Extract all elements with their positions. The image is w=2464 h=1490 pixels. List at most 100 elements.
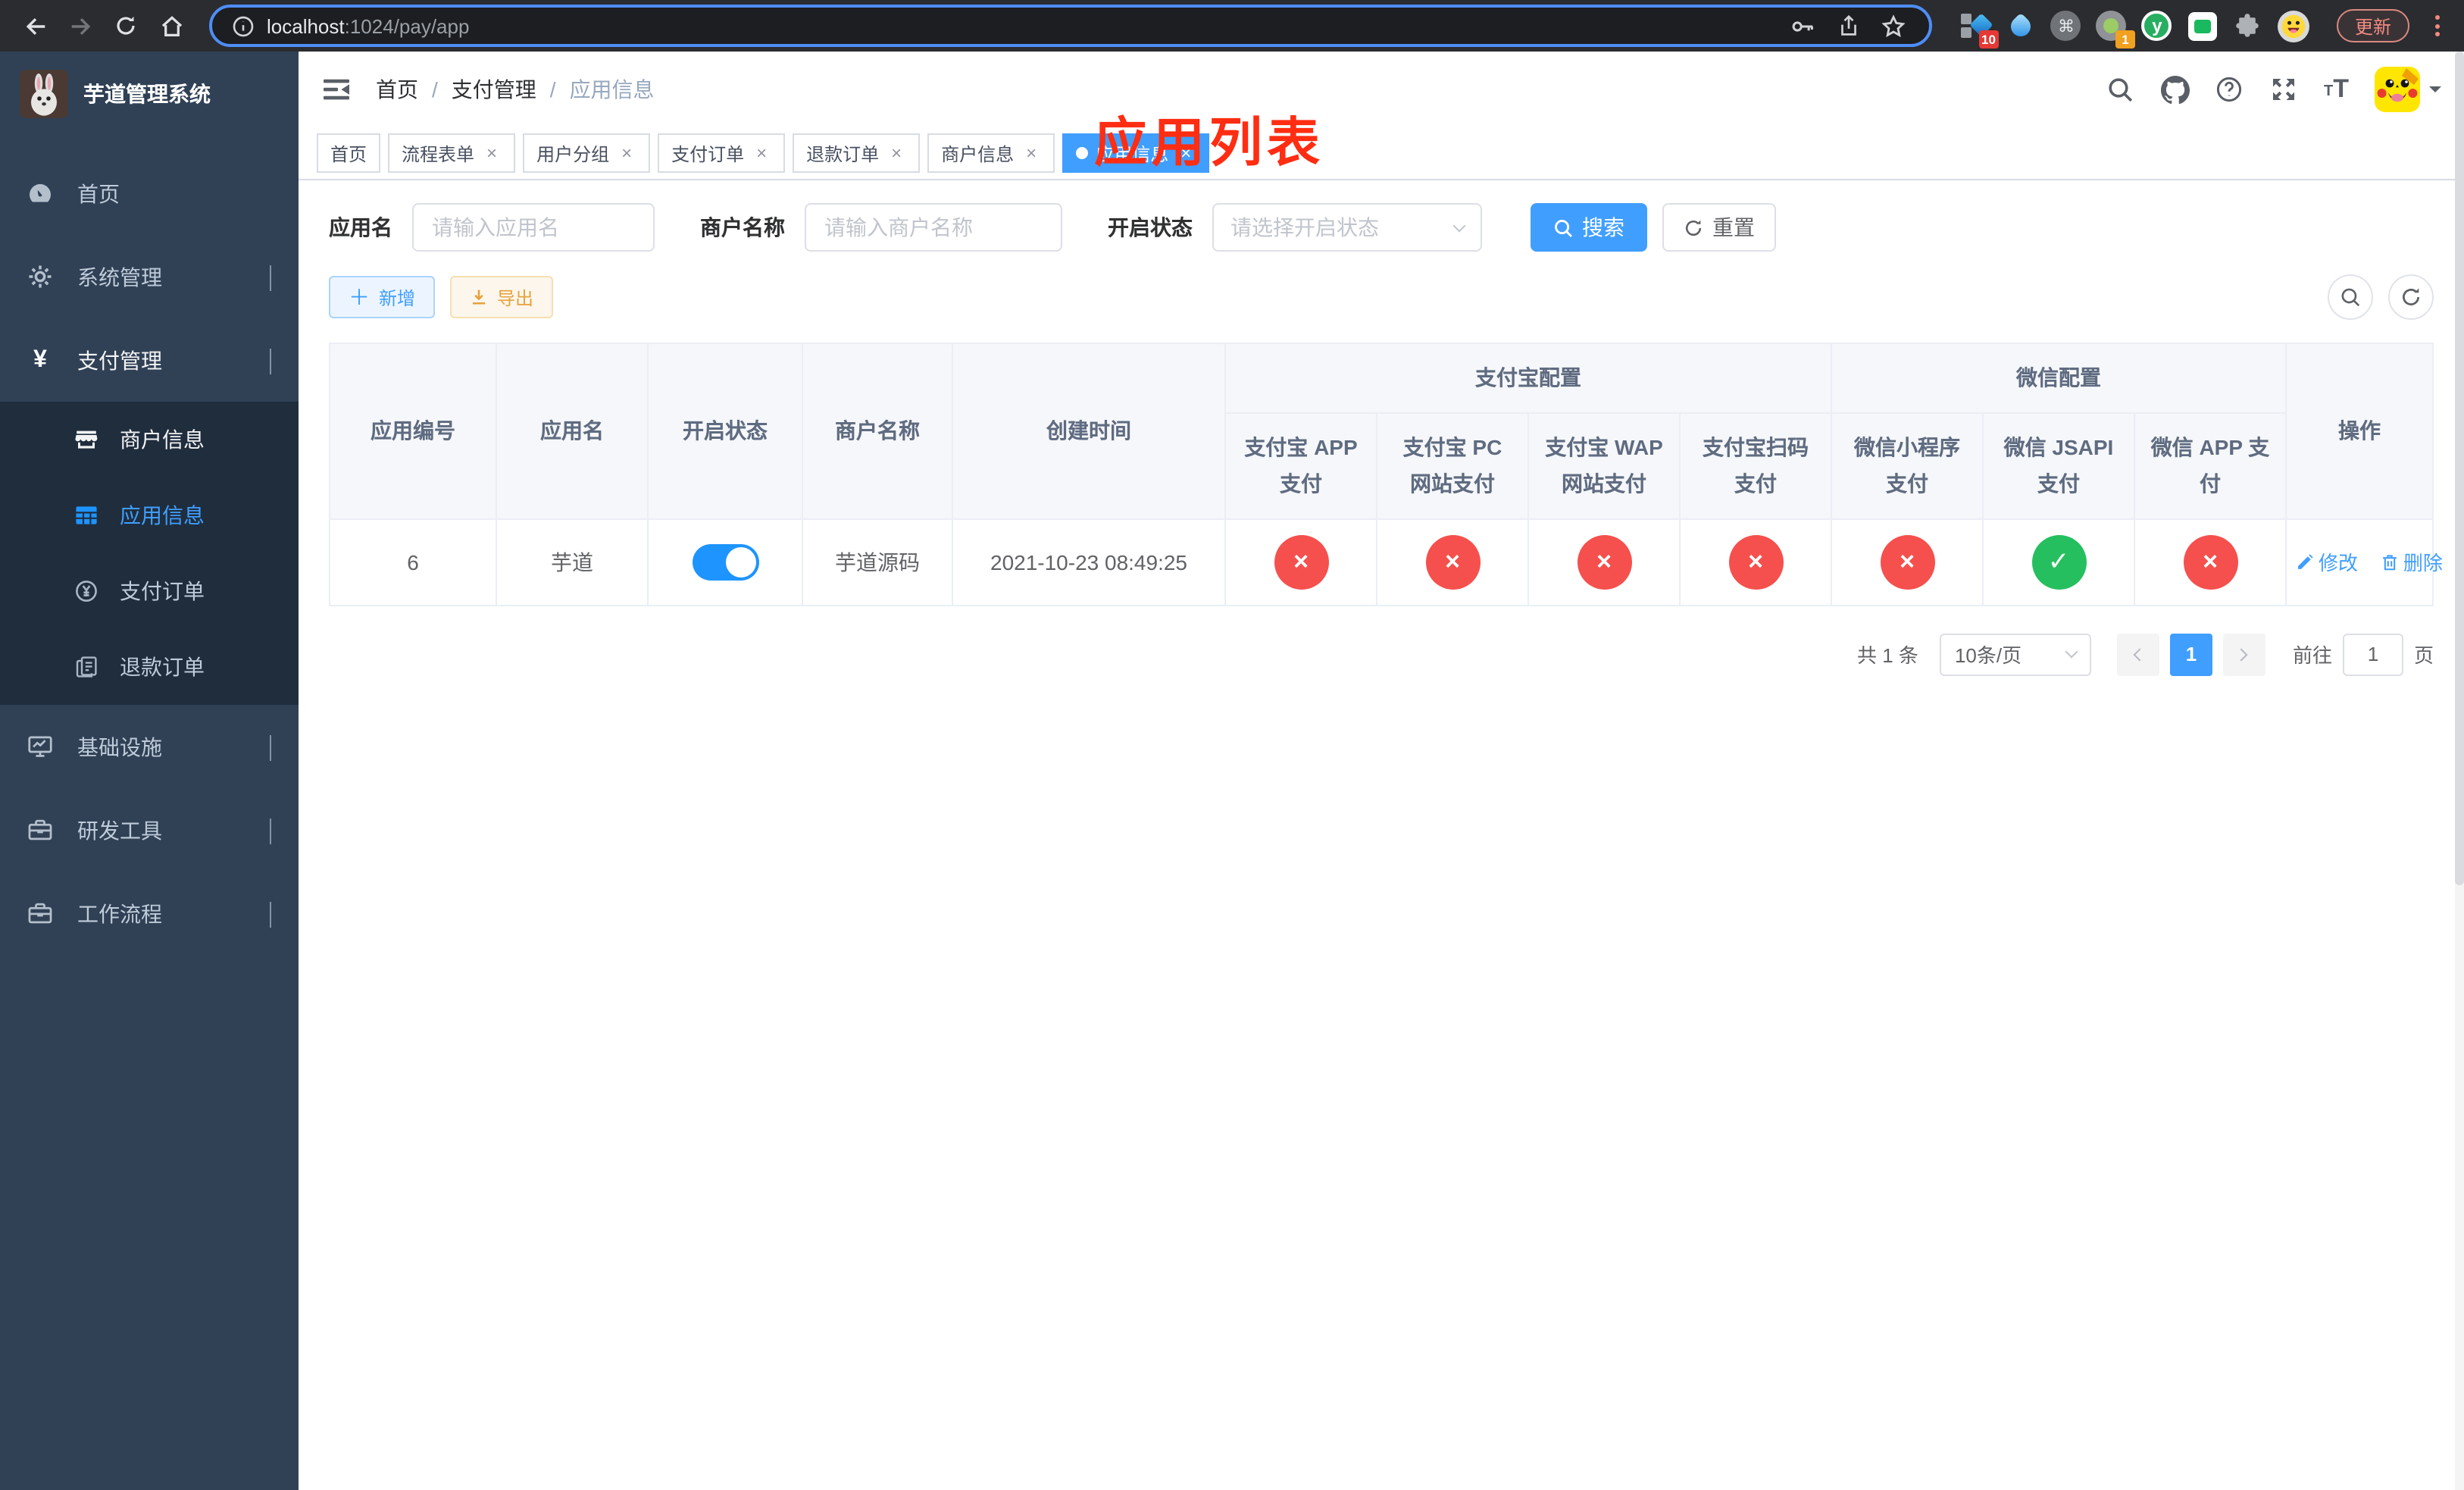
home-icon[interactable] (152, 6, 191, 45)
url-bar[interactable]: localhost:1024/pay/app (209, 5, 1932, 47)
user-menu[interactable] (2375, 67, 2441, 112)
extension-gem-icon[interactable] (2005, 10, 2037, 42)
sidebar-item-payment[interactable]: ¥ 支付管理 (0, 318, 299, 402)
user-avatar[interactable] (2375, 67, 2420, 112)
goto-page-input[interactable] (2342, 633, 2403, 675)
next-page-button[interactable] (2222, 633, 2265, 675)
url-text: localhost:1024/pay/app (267, 14, 469, 37)
col-wx-app: 微信 APP 支付 (2134, 412, 2287, 519)
fullscreen-icon[interactable] (2269, 75, 2298, 104)
search-icon[interactable] (2106, 75, 2134, 104)
browser-update-button[interactable]: 更新 (2336, 9, 2409, 42)
sidebar-item-label: 应用信息 (120, 503, 205, 527)
extension-command-icon[interactable]: ⌘ (2050, 10, 2082, 42)
scrollbar-thumb[interactable] (2455, 52, 2464, 886)
page-size-select[interactable]: 10条/页 (1939, 633, 2091, 675)
export-button[interactable]: 导出 (450, 276, 554, 318)
hamburger-icon[interactable] (321, 74, 352, 105)
cell-wx-app: × (2134, 518, 2287, 606)
merchant-name-input[interactable] (805, 203, 1062, 252)
breadcrumb-current: 应用信息 (569, 77, 655, 102)
sidebar-item-merchant-info[interactable]: 商户信息 (0, 402, 299, 477)
sidebar-item-pay-orders[interactable]: 支付订单 (0, 553, 299, 629)
status-badge: × (1577, 534, 1631, 589)
font-size-icon[interactable]: TT (2324, 76, 2349, 102)
app-name-input[interactable] (412, 203, 655, 252)
col-wx-jsapi: 微信 JSAPI 支付 (1982, 412, 2135, 519)
export-button-label: 导出 (497, 287, 534, 308)
status-badge: × (1728, 534, 1783, 589)
add-button[interactable]: ＋ 新增 (329, 276, 436, 318)
chevron-down-icon (2065, 645, 2078, 659)
status-label: 开启状态 (1108, 215, 1193, 239)
chevron-down-icon (270, 901, 271, 927)
goto-label: 前往 (2292, 644, 2332, 667)
window-scrollbar[interactable] (2455, 52, 2464, 1490)
sidebar-item-dev-tools[interactable]: 研发工具 (0, 788, 299, 872)
refresh-button[interactable] (2388, 274, 2434, 320)
pagination: 共 1 条 10条/页 1 前往 页 (329, 633, 2434, 675)
sidebar-item-label: 退款订单 (120, 655, 205, 679)
profile-avatar-icon[interactable] (2277, 10, 2309, 42)
help-icon[interactable] (2215, 75, 2244, 104)
sidebar-item-refund-orders[interactable]: 退款订单 (0, 629, 299, 705)
sidebar-item-app-info[interactable]: 应用信息 (0, 477, 299, 553)
prev-page-button[interactable] (2116, 633, 2159, 675)
status-toggle[interactable] (692, 543, 758, 580)
edit-link[interactable]: 修改 (2296, 547, 2358, 576)
extension-monkey-icon[interactable]: 10 (1959, 10, 1999, 48)
tag-tab-home[interactable]: 首页 (317, 133, 381, 173)
menu-dots-icon[interactable] (2425, 15, 2449, 36)
dashboard-icon (27, 180, 53, 206)
close-tab-icon[interactable]: × (1021, 143, 1041, 163)
close-tab-icon[interactable]: × (617, 143, 636, 163)
share-icon[interactable] (1832, 14, 1865, 38)
breadcrumb-home[interactable]: 首页 (376, 74, 418, 105)
reload-icon[interactable] (106, 6, 145, 45)
cell-status (647, 518, 803, 606)
coin-icon (73, 578, 98, 604)
breadcrumb-separator: / (549, 77, 556, 102)
sidebar-item-home[interactable]: 首页 (0, 152, 299, 235)
sidebar-menu: 首页 系统管理 ¥ 支付管理 商户信息 应用信息 支付订单 退款订单 基础设施 … (0, 136, 299, 955)
back-icon[interactable] (15, 6, 55, 45)
breadcrumb-payment[interactable]: 支付管理 (452, 74, 536, 105)
extension-y-icon[interactable]: y (2141, 10, 2173, 42)
extensions-puzzle-icon[interactable] (2232, 10, 2264, 42)
close-tab-icon[interactable]: × (1176, 143, 1196, 163)
github-icon[interactable] (2160, 75, 2189, 104)
tag-tab-user-group[interactable]: 用户分组 × (523, 133, 651, 173)
cell-wx-jsapi: ✓ (1982, 518, 2135, 606)
info-icon[interactable] (230, 14, 255, 37)
sidebar-item-infrastructure[interactable]: 基础设施 (0, 705, 299, 788)
close-tab-icon[interactable]: × (482, 143, 502, 163)
close-tab-icon[interactable]: × (886, 143, 906, 163)
reset-button[interactable]: 重置 (1662, 203, 1776, 252)
tab-label: 退款订单 (806, 143, 880, 164)
search-button[interactable]: 搜索 (1531, 203, 1647, 252)
sidebar-item-workflow[interactable]: 工作流程 (0, 872, 299, 955)
show-search-toggle-button[interactable] (2328, 274, 2373, 320)
sidebar-item-label: 支付订单 (120, 579, 205, 603)
tag-tab-pay-orders[interactable]: 支付订单 × (658, 133, 786, 173)
status-select[interactable]: 请选择开启状态 (1212, 203, 1482, 252)
cell-created: 2021-10-23 08:49:25 (952, 518, 1226, 606)
tag-tab-app-info[interactable]: 应用信息 × (1062, 133, 1210, 173)
star-icon[interactable] (1878, 13, 1911, 39)
tag-tab-flow-form[interactable]: 流程表单 × (388, 133, 516, 173)
forward-icon[interactable] (61, 6, 100, 45)
close-tab-icon[interactable]: × (752, 143, 771, 163)
status-badge: ✓ (2031, 534, 2086, 589)
current-page-button[interactable]: 1 (2169, 633, 2212, 675)
delete-link[interactable]: 删除 (2381, 547, 2443, 576)
table-header-group-row: 应用编号 应用名 开启状态 商户名称 创建时间 支付宝配置 微信配置 操作 (329, 343, 2434, 519)
extension-badge: 1 (2115, 30, 2135, 48)
sidebar-item-system[interactable]: 系统管理 (0, 235, 299, 318)
extension-chat-icon[interactable] (2187, 10, 2219, 42)
tag-tab-merchant-info[interactable]: 商户信息 × (927, 133, 1055, 173)
key-icon[interactable] (1787, 13, 1820, 39)
tag-tab-refund-orders[interactable]: 退款订单 × (793, 133, 921, 173)
col-alipay-scan: 支付宝扫码支付 (1679, 412, 1832, 519)
extension-recorder-icon[interactable]: 1 (2096, 10, 2135, 48)
update-label: 更新 (2354, 16, 2391, 37)
